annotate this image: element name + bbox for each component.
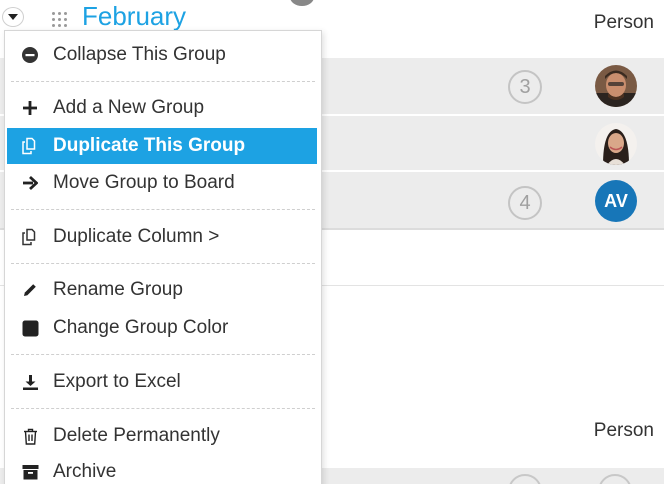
menu-divider	[11, 408, 315, 409]
minus-circle-icon	[7, 37, 53, 73]
chevron-down-icon	[8, 14, 18, 20]
menu-item-label: Duplicate This Group	[53, 135, 246, 156]
pencil-icon	[7, 272, 53, 308]
menu-item-collapse-group[interactable]: Collapse This Group	[7, 37, 317, 73]
menu-item-label: Collapse This Group	[53, 44, 226, 65]
updates-count-badge[interactable]: 4	[508, 186, 542, 220]
menu-item-label: Change Group Color	[53, 317, 229, 338]
menu-item-label: Export to Excel	[53, 371, 181, 392]
notification-dot	[290, 0, 314, 6]
group-title[interactable]: February	[82, 1, 186, 32]
duplicate-icon	[7, 128, 53, 164]
group-menu-toggle[interactable]	[2, 7, 24, 27]
person-column-header[interactable]: Person	[594, 420, 654, 442]
menu-item-duplicate-column[interactable]: Duplicate Column >	[7, 219, 317, 255]
menu-item-archive-group[interactable]: Archive	[7, 454, 317, 484]
drag-handle-icon[interactable]	[52, 12, 68, 28]
menu-item-label: Rename Group	[53, 279, 183, 300]
menu-item-change-color[interactable]: Change Group Color	[7, 310, 317, 346]
menu-item-label: Archive	[53, 461, 117, 482]
duplicate-icon	[7, 219, 53, 255]
download-icon	[7, 364, 53, 400]
arrow-right-icon	[7, 165, 53, 201]
trash-icon	[7, 418, 53, 454]
avatar[interactable]: AV	[595, 180, 637, 222]
avatar[interactable]	[595, 65, 637, 107]
menu-item-move-group[interactable]: Move Group to Board	[7, 165, 317, 201]
menu-item-export-excel[interactable]: Export to Excel	[7, 364, 317, 400]
plus-icon	[7, 90, 53, 126]
avatar[interactable]	[598, 474, 632, 484]
updates-count-badge[interactable]	[508, 474, 542, 484]
color-square-icon	[7, 310, 53, 346]
person-column-header[interactable]: Person	[594, 12, 654, 34]
menu-item-duplicate-group[interactable]: Duplicate This Group	[7, 128, 317, 164]
person-photo-icon	[595, 123, 637, 165]
menu-item-delete-group[interactable]: Delete Permanently	[7, 418, 317, 454]
person-photo-icon	[595, 65, 637, 107]
menu-divider	[11, 354, 315, 355]
updates-count-badge[interactable]: 3	[508, 70, 542, 104]
menu-item-label: Move Group to Board	[53, 172, 235, 193]
archive-box-icon	[7, 454, 53, 484]
menu-divider	[11, 209, 315, 210]
menu-item-rename-group[interactable]: Rename Group	[7, 272, 317, 308]
menu-item-label: Duplicate Column >	[53, 226, 220, 247]
group-context-menu: Collapse This Group Add a New Group Dupl…	[4, 30, 322, 484]
avatar[interactable]	[595, 123, 637, 165]
menu-item-add-group[interactable]: Add a New Group	[7, 90, 317, 126]
menu-divider	[11, 81, 315, 82]
menu-divider	[11, 263, 315, 264]
menu-item-label: Delete Permanently	[53, 425, 220, 446]
menu-item-label: Add a New Group	[53, 97, 205, 118]
